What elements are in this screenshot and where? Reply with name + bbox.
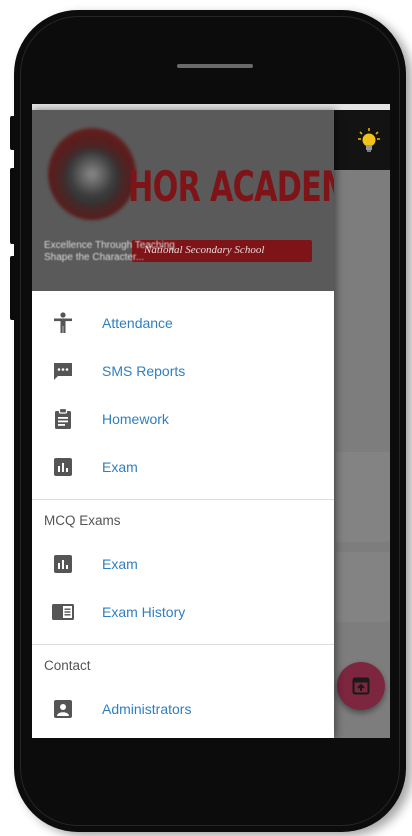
menu-item-label: SMS Reports <box>102 363 186 379</box>
phone-speaker <box>177 64 253 68</box>
school-tagline: Excellence Through Teaching Shape the Ch… <box>44 240 175 264</box>
menu-item-label: Homework <box>102 411 169 427</box>
menu-item-exam[interactable]: Exam <box>32 443 334 491</box>
app-toolbar <box>334 110 390 170</box>
menu-item-attendance[interactable]: Attendance <box>32 299 334 347</box>
menu-item-label: Exam <box>102 459 138 475</box>
menu-item-exam-history[interactable]: Exam History <box>32 588 334 636</box>
lightbulb-icon[interactable] <box>358 128 380 154</box>
floating-action-button[interactable] <box>337 662 385 710</box>
bar-chart-icon <box>54 555 72 573</box>
app-background <box>334 110 390 738</box>
school-logo-center <box>66 150 118 204</box>
menu-item-homework[interactable]: Homework <box>32 395 334 443</box>
app-card <box>336 552 390 622</box>
bar-chart-icon <box>54 458 72 476</box>
menu-item-mcq-exam[interactable]: Exam <box>32 540 334 588</box>
section-title-contact: Contact <box>44 657 91 673</box>
message-icon <box>54 363 72 380</box>
app-content <box>334 170 390 738</box>
section-title-mcq-exams: MCQ Exams <box>44 512 121 528</box>
menu-item-label: Attendance <box>102 315 173 331</box>
menu-item-label: Administrators <box>102 701 192 717</box>
clipboard-icon <box>55 408 71 429</box>
contact-card-icon <box>54 700 72 718</box>
menu-item-label: Exam <box>102 556 138 572</box>
menu-item-administrators[interactable]: Administrators <box>32 685 334 733</box>
menu-item-sms-reports[interactable]: SMS Reports <box>32 347 334 395</box>
reader-icon <box>52 604 74 620</box>
tagline-line-1: Excellence Through Teaching <box>44 240 175 251</box>
navigation-drawer: HOR ACADEMY National Secondary School Ex… <box>32 110 334 738</box>
app-card <box>336 452 390 542</box>
person-icon <box>54 312 72 333</box>
menu-item-label: Exam History <box>102 604 186 620</box>
school-name: HOR ACADEMY <box>128 162 334 211</box>
drawer-header: HOR ACADEMY National Secondary School Ex… <box>32 110 334 291</box>
tagline-line-2: Shape the Character... <box>44 252 145 263</box>
phone-screen: HOR ACADEMY National Secondary School Ex… <box>32 104 390 738</box>
open-in-icon <box>352 677 370 695</box>
